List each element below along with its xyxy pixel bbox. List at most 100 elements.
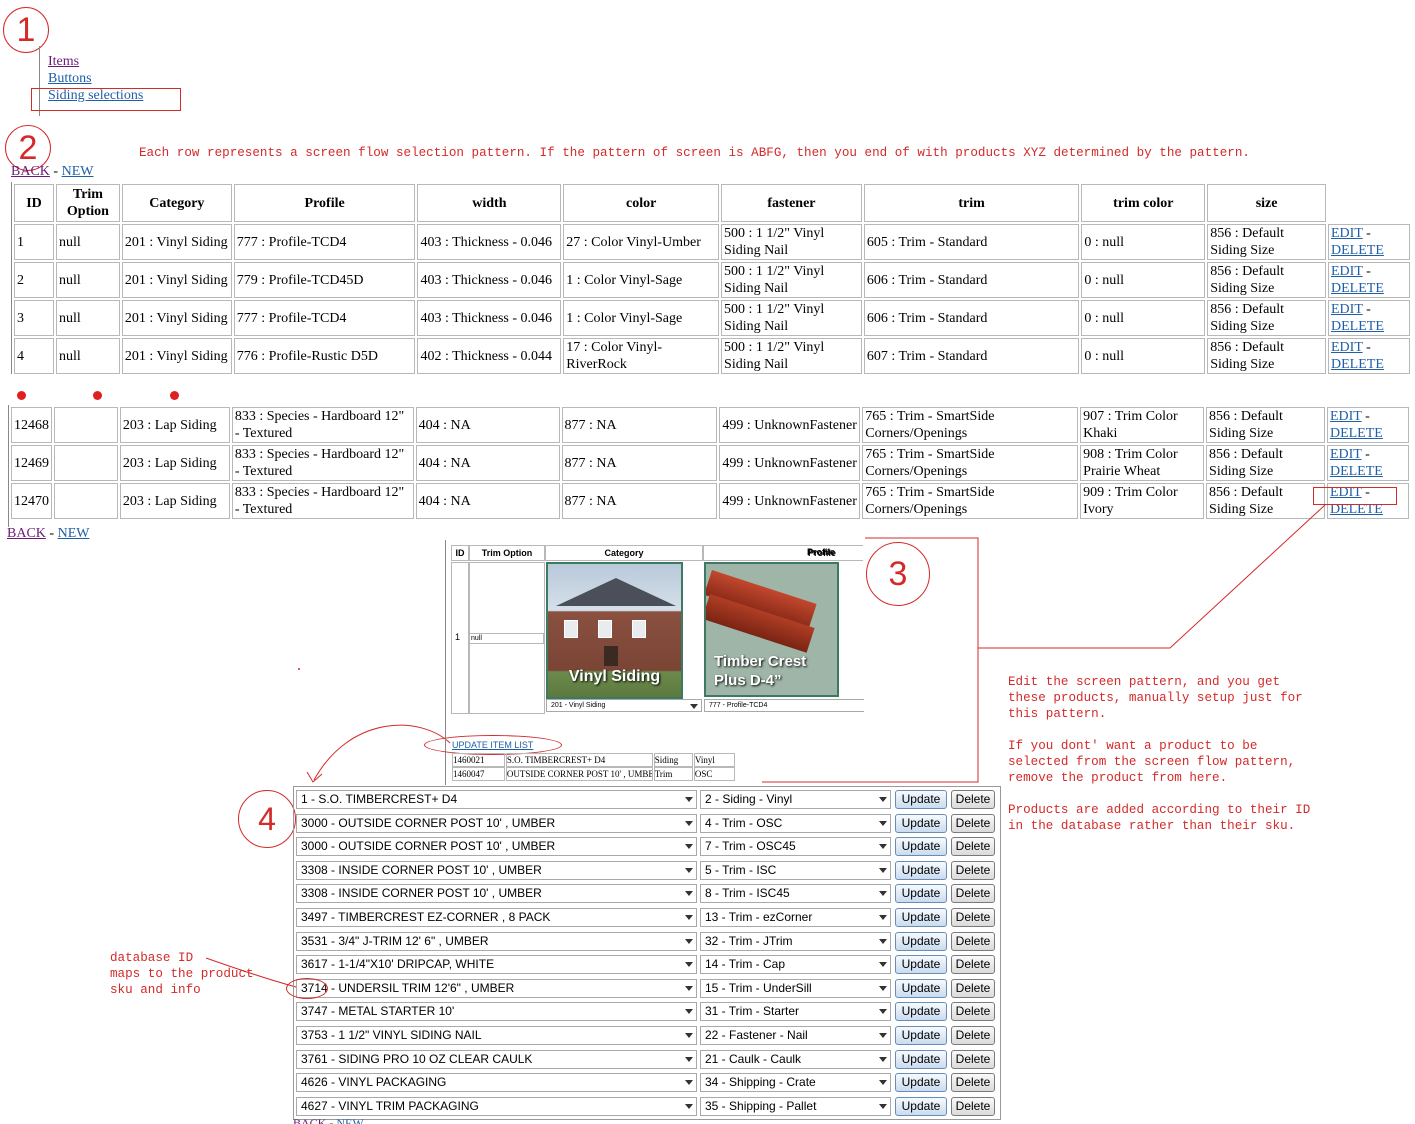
update-button[interactable]: Update: [895, 837, 947, 857]
update-button[interactable]: Update: [895, 1096, 947, 1116]
chevron-down-icon: [879, 1103, 887, 1109]
category-image-caption: Vinyl Siding: [568, 668, 661, 685]
product-select[interactable]: 1 - S.O. TIMBERCREST+ D4: [296, 790, 697, 809]
house-window: [598, 620, 612, 638]
chevron-down-icon: [879, 1080, 887, 1086]
item-list-cell: S.O. TIMBERCREST+ D4: [505, 753, 653, 767]
house-window: [632, 620, 646, 638]
product-type-select[interactable]: 5 - Trim - ISC: [700, 860, 891, 880]
delete-button[interactable]: Delete: [951, 1002, 995, 1022]
update-button[interactable]: Update: [895, 1002, 947, 1022]
product-select[interactable]: 3497 - TIMBERCREST EZ-CORNER , 8 PACK: [296, 908, 697, 927]
product-type-select[interactable]: 21 - Caulk - Caulk: [700, 1049, 891, 1069]
delete-button[interactable]: Delete: [951, 978, 995, 998]
product-type-select[interactable]: 34 - Shipping - Crate: [700, 1073, 891, 1093]
product-type-select[interactable]: 35 - Shipping - Pallet: [700, 1096, 891, 1116]
product-type-select[interactable]: 8 - Trim - ISC45: [700, 884, 891, 904]
delete-button[interactable]: Delete: [951, 790, 995, 809]
update-button[interactable]: Update: [895, 955, 947, 975]
product-type-select[interactable]: 13 - Trim - ezCorner: [700, 908, 891, 927]
product-type-select[interactable]: 15 - Trim - UnderSill: [700, 978, 891, 998]
action-separator: -: [329, 1118, 333, 1124]
product-select-value: 3531 - 3/4" J-TRIM 12' 6" , UMBER: [301, 933, 489, 948]
product-select-value: 1 - S.O. TIMBERCREST+ D4: [301, 792, 458, 806]
product-select[interactable]: 4626 - VINYL PACKAGING: [296, 1073, 697, 1093]
item-list-cell: Siding: [653, 753, 693, 767]
update-button[interactable]: Update: [895, 908, 947, 927]
product-type-value: 4 - Trim - OSC: [705, 815, 783, 830]
profile-image-timber-crest[interactable]: Timber Crest Plus D-4”: [704, 562, 839, 697]
product-select[interactable]: 3531 - 3/4" J-TRIM 12' 6" , UMBER: [296, 931, 697, 951]
product-type-select[interactable]: 22 - Fastener - Nail: [700, 1026, 891, 1045]
product-type-select[interactable]: 7 - Trim - OSC45: [700, 837, 891, 857]
annotation-circle-4: 4: [238, 790, 296, 848]
product-select[interactable]: 3761 - SIDING PRO 10 OZ CLEAR CAULK: [296, 1049, 697, 1069]
product-select[interactable]: 4627 - VINYL TRIM PACKAGING: [296, 1096, 697, 1116]
update-button[interactable]: Update: [895, 978, 947, 998]
product-type-select[interactable]: 14 - Trim - Cap: [700, 955, 891, 975]
update-button[interactable]: Update: [895, 1049, 947, 1069]
product-type-select[interactable]: 4 - Trim - OSC: [700, 813, 891, 833]
product-type-select[interactable]: 32 - Trim - JTrim: [700, 931, 891, 951]
category-select[interactable]: 201 - Vinyl Siding: [546, 699, 702, 712]
chevron-down-icon: [685, 962, 693, 968]
product-select[interactable]: 3747 - METAL STARTER 10': [296, 1002, 697, 1022]
product-type-value: 15 - Trim - UnderSill: [705, 980, 812, 995]
profile-select[interactable]: 777 - Profile-TCD4: [704, 699, 864, 712]
update-button[interactable]: Update: [895, 931, 947, 951]
delete-button[interactable]: Delete: [951, 908, 995, 927]
update-button[interactable]: Update: [895, 790, 947, 809]
delete-button[interactable]: Delete: [951, 1096, 995, 1116]
product-select-value: 3714 - UNDERSIL TRIM 12'6" , UMBER: [301, 980, 515, 995]
update-button[interactable]: Update: [895, 1026, 947, 1045]
product-select[interactable]: 3714 - UNDERSIL TRIM 12'6" , UMBER: [296, 978, 697, 998]
update-button[interactable]: Update: [895, 813, 947, 833]
update-button[interactable]: Update: [895, 860, 947, 880]
item-list-cell: 1460021: [452, 753, 505, 767]
delete-button[interactable]: Delete: [951, 1026, 995, 1045]
chevron-down-icon: [685, 915, 693, 920]
product-select[interactable]: 3308 - INSIDE CORNER POST 10' , UMBER: [296, 860, 697, 880]
chevron-down-icon: [685, 1103, 693, 1109]
editor-trim-input[interactable]: null: [469, 633, 544, 644]
delete-button[interactable]: Delete: [951, 1049, 995, 1069]
product-type-value: 14 - Trim - Cap: [705, 957, 786, 972]
product-select[interactable]: 3617 - 1-1/4"X10' DRIPCAP, WHITE: [296, 955, 697, 975]
product-select[interactable]: 3000 - OUTSIDE CORNER POST 10' , UMBER: [296, 837, 697, 857]
item-list-cell: Trim: [653, 767, 693, 781]
chevron-down-icon: [685, 1009, 693, 1015]
item-list-row: 1460021 S.O. TIMBERCREST+ D4 Siding Vinyl: [452, 753, 736, 767]
delete-button[interactable]: Delete: [951, 1073, 995, 1093]
product-select[interactable]: 3308 - INSIDE CORNER POST 10' , UMBER: [296, 884, 697, 904]
editor-header-id: ID: [451, 545, 469, 561]
delete-button[interactable]: Delete: [951, 955, 995, 975]
new-link[interactable]: NEW: [336, 1118, 363, 1124]
product-type-select[interactable]: 31 - Trim - Starter: [700, 1002, 891, 1022]
bottom-actions-clipped: BACK - NEW: [293, 1118, 413, 1124]
update-button[interactable]: Update: [895, 884, 947, 904]
chevron-down-icon: [685, 820, 693, 826]
chevron-down-icon: [685, 938, 693, 944]
product-type-select[interactable]: 2 - Siding - Vinyl: [700, 790, 891, 809]
chevron-down-icon: [879, 962, 887, 968]
house-door: [604, 646, 618, 666]
product-select-value: 4627 - VINYL TRIM PACKAGING: [301, 1098, 479, 1113]
delete-button[interactable]: Delete: [951, 813, 995, 833]
product-select-value: 3747 - METAL STARTER 10': [301, 1004, 455, 1019]
delete-button[interactable]: Delete: [951, 860, 995, 880]
delete-button[interactable]: Delete: [951, 931, 995, 951]
chevron-down-icon: [879, 938, 887, 944]
product-select[interactable]: 3753 - 1 1/2" VINYL SIDING NAIL: [296, 1026, 697, 1045]
update-button[interactable]: Update: [895, 1073, 947, 1093]
category-image-vinyl-siding[interactable]: Vinyl Siding: [546, 562, 683, 699]
back-link[interactable]: BACK: [293, 1118, 326, 1124]
item-list-cell: OUTSIDE CORNER POST 10' , UMBER: [505, 767, 653, 781]
delete-button[interactable]: Delete: [951, 884, 995, 904]
chevron-down-icon: [879, 797, 887, 802]
delete-button[interactable]: Delete: [951, 837, 995, 857]
product-select[interactable]: 3000 - OUTSIDE CORNER POST 10' , UMBER: [296, 813, 697, 833]
item-list-cell: OSC: [693, 767, 736, 781]
chevron-down-icon: [685, 797, 693, 802]
annotation-circle-3: 3: [866, 542, 930, 606]
product-select-value: 3000 - OUTSIDE CORNER POST 10' , UMBER: [301, 839, 556, 854]
